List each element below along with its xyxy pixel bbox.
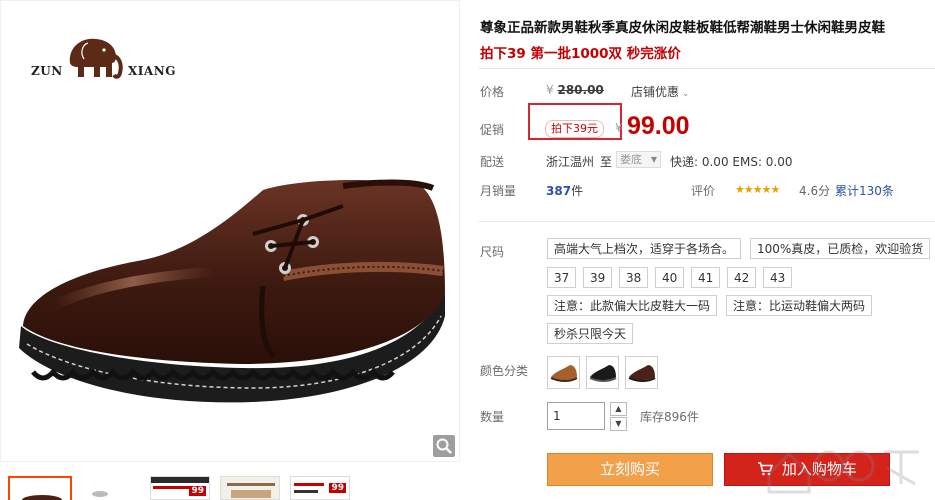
tan-shoe-icon <box>550 365 578 382</box>
quantity-label: 数量 <box>480 410 505 424</box>
destination-dropdown[interactable]: 娄底 ▼ <box>616 151 661 168</box>
thumb-badge: 99 <box>329 483 346 493</box>
divider <box>478 68 935 69</box>
original-price-value: 280.00 <box>557 83 604 97</box>
store-discount-label: 店铺优惠 <box>631 85 680 99</box>
size-option-39[interactable]: 39 <box>583 267 613 288</box>
store-discount-dropdown[interactable]: 店铺优惠 ⌄ <box>631 83 689 100</box>
brand-logo: ZUN XIANG <box>31 31 175 86</box>
size-note-4[interactable]: 注意：比运动鞋偏大两码 <box>726 295 873 316</box>
thumbnail-2[interactable] <box>80 476 140 500</box>
sales-count: 387 <box>546 184 572 198</box>
thumb-badge: 99 <box>189 486 206 496</box>
product-gallery: ZUN XIANG 99 99 <box>0 0 462 500</box>
shoe-image <box>19 179 445 403</box>
thumbnail-5[interactable]: 99 <box>290 476 350 500</box>
elephant-logo-icon <box>69 38 123 79</box>
size-label: 尺码 <box>480 245 505 259</box>
review-count-link[interactable]: 累计130条 <box>835 182 894 199</box>
size-note-2[interactable]: 100%真皮，已质检，欢迎验货 <box>750 238 931 259</box>
size-note-1[interactable]: 高端大气上档次，适穿于各场合。 <box>547 238 742 259</box>
zoom-button[interactable] <box>433 435 455 457</box>
size-option-40[interactable]: 40 <box>655 267 685 288</box>
brand-name-left: ZUN <box>31 64 63 78</box>
quantity-increase-button[interactable]: ▲ <box>610 402 627 416</box>
size-note-3[interactable]: 注意：此款偏大比皮鞋大一码 <box>547 295 718 316</box>
rating-stars-icon: ★★★★★ <box>735 183 780 196</box>
divider <box>478 221 935 222</box>
thumbnail-4[interactable] <box>220 476 280 500</box>
rating-label: 评价 <box>691 184 716 198</box>
black-shoe-icon <box>589 365 617 382</box>
caret-down-icon: ▼ <box>650 155 657 164</box>
rating-score: 4.6分 <box>799 184 831 198</box>
color-swatch-brown[interactable] <box>625 356 658 389</box>
chevron-down-icon: ▼ <box>615 419 622 428</box>
promo-price: 99.00 <box>627 112 690 140</box>
shipping-fee: 快递: 0.00 EMS: 0.00 <box>670 155 793 169</box>
quantity-input[interactable]: 1 <box>547 402 605 430</box>
color-swatch-tan[interactable] <box>547 356 580 389</box>
size-option-43[interactable]: 43 <box>763 267 793 288</box>
sales-unit: 件 <box>571 184 584 198</box>
ship-from: 浙江温州 <box>546 155 595 169</box>
shipping-label: 配送 <box>480 155 505 169</box>
shoe-thumb-icon <box>22 495 62 500</box>
quantity-decrease-button[interactable]: ▼ <box>610 417 627 431</box>
monthly-sales-label: 月销量 <box>480 184 517 198</box>
quantity-value: 1 <box>553 409 561 423</box>
product-title: 尊象正品新款男鞋秋季真皮休闲皮鞋板鞋低帮潮鞋男士休闲鞋男皮鞋 <box>480 20 885 36</box>
size-option-38[interactable]: 38 <box>619 267 649 288</box>
chevron-up-icon: ▲ <box>615 404 622 413</box>
size-option-42[interactable]: 42 <box>727 267 757 288</box>
size-note-5[interactable]: 秒杀只限今天 <box>547 323 634 344</box>
size-option-41[interactable]: 41 <box>691 267 721 288</box>
promo-label: 促销 <box>480 123 505 137</box>
brown-shoe-icon <box>628 365 656 382</box>
buy-now-button[interactable]: 立刻购买 <box>547 453 713 486</box>
site-watermark-icon <box>767 450 919 494</box>
stock-count: 库存896件 <box>640 410 699 424</box>
thumbnail-1[interactable] <box>8 476 72 500</box>
currency-symbol: ¥ <box>615 121 623 135</box>
destination-value: 娄底 <box>620 153 642 166</box>
original-price: ¥ 280.00 <box>546 83 604 97</box>
chevron-down-icon: ⌄ <box>679 89 690 99</box>
brand-name-right: XIANG <box>128 64 176 78</box>
product-info-panel: 尊象正品新款男鞋秋季真皮休闲皮鞋板鞋低帮潮鞋男士休闲鞋男皮鞋 拍下39 第一批1… <box>472 0 935 500</box>
shoe-thumb-icon <box>92 491 108 497</box>
color-label: 颜色分类 <box>480 364 529 378</box>
color-swatch-black[interactable] <box>586 356 619 389</box>
main-product-image[interactable]: ZUN XIANG <box>0 0 460 462</box>
promo-tag: 拍下39元 <box>545 120 604 138</box>
thumbnail-3[interactable]: 99 <box>150 476 210 500</box>
ship-to-word: 至 <box>600 155 613 169</box>
monthly-sales: 387件 <box>546 182 583 199</box>
currency-symbol: ¥ <box>546 83 554 97</box>
magnifier-icon <box>436 438 452 454</box>
thumbnail-strip: 99 99 <box>0 468 462 500</box>
product-subtitle: 拍下39 第一批1000双 秒完涨价 <box>480 46 681 62</box>
price-label: 价格 <box>480 85 505 99</box>
size-option-37[interactable]: 37 <box>547 267 577 288</box>
